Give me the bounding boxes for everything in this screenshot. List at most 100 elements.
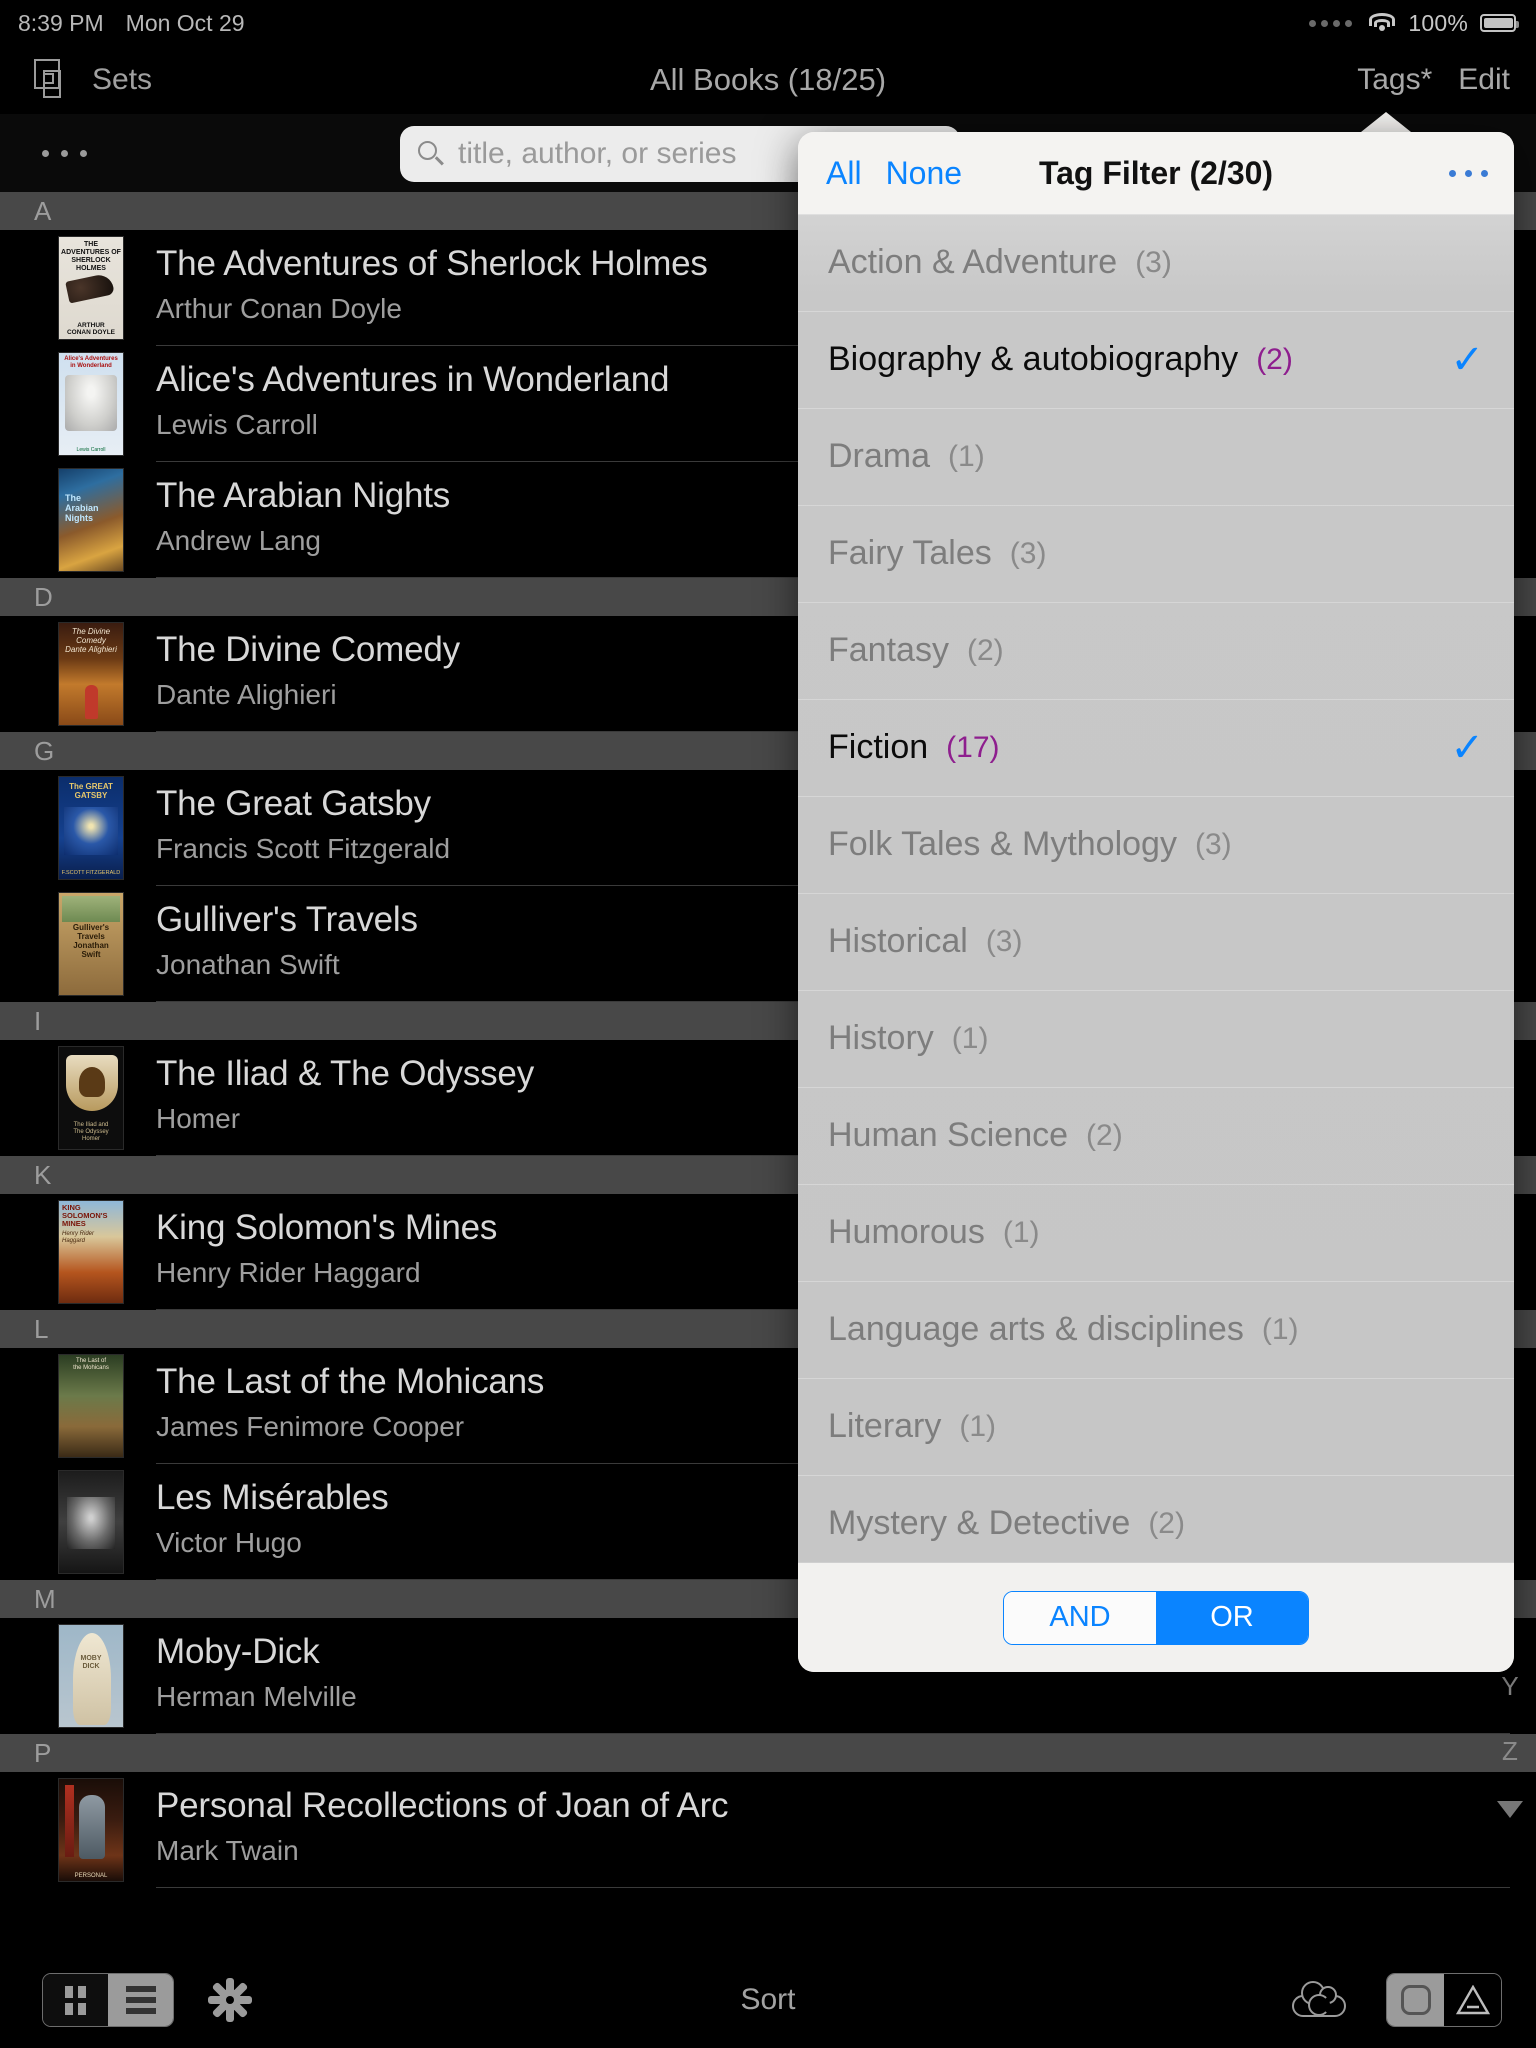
- logic-or-button[interactable]: OR: [1156, 1591, 1308, 1644]
- tag-row-separator: [798, 1475, 1514, 1476]
- tag-name: Biography & autobiography: [828, 340, 1239, 378]
- select-all-button[interactable]: All: [826, 155, 862, 192]
- tag-row[interactable]: Biography & autobiography (2) ✓: [798, 311, 1514, 408]
- book-title: Personal Recollections of Joan of Arc: [156, 1786, 729, 1825]
- tag-name: Humorous: [828, 1213, 985, 1251]
- navigation-bar-right: Tags* Edit: [1357, 63, 1510, 97]
- cloud-sync-icon[interactable]: [1292, 1981, 1346, 2019]
- tag-filter-footer: AND OR: [798, 1562, 1514, 1672]
- book-info: Personal Recollections of Joan of Arc Mar…: [156, 1772, 1536, 1888]
- book-cover: Alice's Adventures in Wonderland Lewis Car…: [58, 352, 124, 456]
- book-cover: [58, 1470, 124, 1574]
- edit-button[interactable]: Edit: [1458, 63, 1510, 97]
- tag-name: Folk Tales & Mythology: [828, 825, 1177, 863]
- book-cover: The Divine Comedy Dante Alighieri: [58, 622, 124, 726]
- status-bar-right: 100%: [1309, 0, 1519, 46]
- tag-row[interactable]: Historical(3)✓: [798, 893, 1514, 990]
- tag-name: Mystery & Detective: [828, 1504, 1131, 1542]
- navigation-bar: Sets All Books (18/25) Tags* Edit: [0, 46, 1536, 114]
- book-cover: KING SOLOMON'S MINES Henry Rider Haggard: [58, 1200, 124, 1304]
- checkmark-icon: ✓: [1450, 725, 1484, 770]
- bottom-toolbar: Sort: [0, 1952, 1536, 2048]
- tag-count: (3): [1009, 536, 1047, 570]
- tag-name: Fantasy: [828, 631, 949, 669]
- section-index-letter[interactable]: Y: [1501, 1671, 1518, 1702]
- tag-row-separator: [798, 1087, 1514, 1088]
- tag-row-separator: [798, 408, 1514, 409]
- tag-count: (2): [966, 633, 1004, 667]
- status-bar: 8:39 PM Mon Oct 29 100%: [0, 0, 1536, 46]
- search-placeholder: title, author, or series: [458, 137, 737, 170]
- tag-count: (1): [959, 1409, 997, 1443]
- search-icon: [418, 141, 444, 167]
- tag-row[interactable]: Fiction (17) ✓: [798, 699, 1514, 796]
- tag-name: Action & Adventure: [828, 243, 1118, 281]
- tag-count: (1): [951, 1021, 989, 1055]
- tag-filter-popover: All None Tag Filter (2/30) Action & Adve…: [798, 132, 1514, 1672]
- tag-name: Literary: [828, 1407, 942, 1445]
- tag-row[interactable]: History(1)✓: [798, 990, 1514, 1087]
- tag-row-separator: [798, 990, 1514, 991]
- book-cover: The GREAT GATSBY F.SCOTT FITZGERALD: [58, 776, 124, 880]
- book-cover: The Last of the Mohicans: [58, 1354, 124, 1458]
- more-dots-icon[interactable]: [1449, 169, 1488, 177]
- tag-row-separator: [798, 602, 1514, 603]
- tag-row-separator: [798, 214, 1514, 215]
- tag-row-separator: [798, 1184, 1514, 1185]
- tag-count: (1): [1002, 1215, 1040, 1249]
- tag-row[interactable]: Fairy Tales(3)✓: [798, 505, 1514, 602]
- book-author: Mark Twain: [156, 1835, 299, 1866]
- tag-row-separator: [798, 699, 1514, 700]
- tag-row[interactable]: Mystery & Detective(2)✓: [798, 1475, 1514, 1562]
- tag-row[interactable]: Action & Adventure(3)✓: [798, 214, 1514, 311]
- tag-name: Language arts & disciplines: [828, 1310, 1244, 1348]
- tag-row[interactable]: Folk Tales & Mythology(3)✓: [798, 796, 1514, 893]
- book-cover: THE ADVENTURES OF SHERLOCK HOLMES ARTHUR CON…: [58, 236, 124, 340]
- section-index-letter[interactable]: Z: [1502, 1736, 1518, 1767]
- book-author: Herman Melville: [156, 1681, 357, 1712]
- tag-row-separator: [798, 505, 1514, 506]
- tag-list[interactable]: Action & Adventure(3)✓Biography & autobi…: [798, 214, 1514, 1562]
- more-dots-icon[interactable]: [0, 149, 87, 157]
- tag-filter-header: All None Tag Filter (2/30): [798, 132, 1514, 214]
- tag-row-separator: [798, 311, 1514, 312]
- tag-row-separator: [798, 796, 1514, 797]
- tag-count: (1): [1261, 1312, 1299, 1346]
- book-cover: The Iliad and The Odyssey Homer: [58, 1046, 124, 1150]
- app-screen: 8:39 PM Mon Oct 29 100% Sets All Books (…: [0, 0, 1536, 2048]
- tag-row[interactable]: Fantasy(2)✓: [798, 602, 1514, 699]
- tag-row[interactable]: Human Science(2)✓: [798, 1087, 1514, 1184]
- rounded-rect-icon[interactable]: [1387, 1974, 1444, 2026]
- section-header: P: [0, 1734, 1536, 1772]
- tag-count: (1): [948, 439, 985, 473]
- book-cover: The Arabian Nights: [58, 468, 124, 572]
- status-time: 8:39 PM: [18, 9, 104, 36]
- battery-percent-label: 100%: [1408, 9, 1468, 36]
- tag-row-separator: [798, 893, 1514, 894]
- row-separator: [156, 1887, 1510, 1888]
- tag-name: Historical: [828, 922, 968, 960]
- logic-and-button[interactable]: AND: [1004, 1591, 1156, 1644]
- display-mode-segmented-control[interactable]: [1386, 1973, 1502, 2027]
- book-row[interactable]: PERSONAL Personal Recollections of Joan o…: [0, 1772, 1536, 1888]
- tag-count: (2): [1086, 1118, 1123, 1152]
- tag-count: (3): [1194, 827, 1232, 861]
- row-separator: [156, 1733, 1510, 1734]
- tag-row-separator: [798, 1378, 1514, 1379]
- tag-row[interactable]: Literary(1)✓: [798, 1378, 1514, 1475]
- tag-row[interactable]: Language arts & disciplines(1)✓: [798, 1281, 1514, 1378]
- logic-segmented-control[interactable]: AND OR: [1003, 1590, 1309, 1645]
- tags-button[interactable]: Tags*: [1357, 63, 1432, 97]
- tag-count: (2): [1256, 342, 1293, 376]
- scroll-down-triangle-icon[interactable]: [1497, 1801, 1523, 1818]
- select-none-button[interactable]: None: [886, 155, 963, 192]
- tag-row-separator: [798, 1281, 1514, 1282]
- tag-row[interactable]: Humorous(1)✓: [798, 1184, 1514, 1281]
- tag-row[interactable]: Drama(1)✓: [798, 408, 1514, 505]
- triangle-icon[interactable]: [1444, 1974, 1501, 2026]
- tag-name: Fiction: [828, 728, 929, 766]
- page-title: All Books (18/25): [649, 62, 887, 97]
- checkmark-icon: ✓: [1450, 337, 1484, 382]
- battery-icon: [1480, 14, 1519, 32]
- tag-name: History: [828, 1019, 934, 1057]
